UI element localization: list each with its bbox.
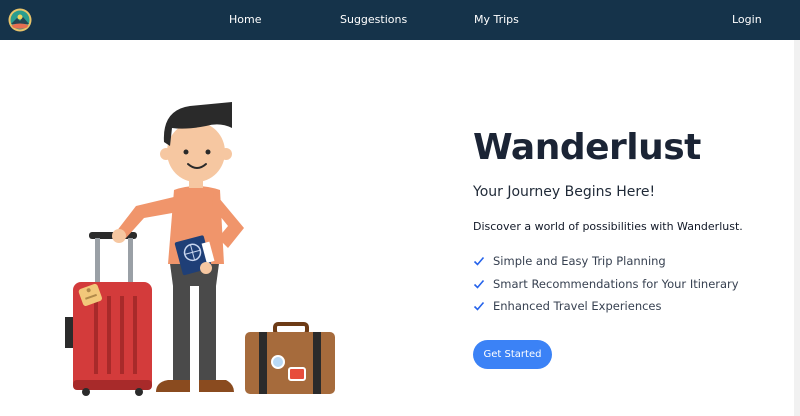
feature-item: Enhanced Travel Experiences bbox=[473, 299, 793, 313]
feature-label: Simple and Easy Trip Planning bbox=[493, 254, 666, 268]
navbar: Home Suggestions My Trips Login bbox=[0, 0, 800, 40]
traveler-illustration bbox=[65, 102, 335, 396]
hero-subtitle: Your Journey Begins Here! bbox=[473, 184, 656, 200]
hero-title: Wanderlust bbox=[473, 127, 701, 168]
feature-list: Simple and Easy Trip Planning Smart Reco… bbox=[473, 254, 793, 313]
check-icon bbox=[473, 301, 485, 311]
hero-content: Wanderlust Your Journey Begins Here! Dis… bbox=[473, 124, 793, 322]
check-icon bbox=[473, 256, 485, 266]
red-suitcase bbox=[65, 232, 152, 396]
login-link[interactable]: Login bbox=[732, 0, 762, 40]
hero-description: Discover a world of possibilities with W… bbox=[473, 220, 743, 233]
feature-label: Enhanced Travel Experiences bbox=[493, 299, 662, 313]
feature-label: Smart Recommendations for Your Itinerary bbox=[493, 276, 739, 291]
get-started-button[interactable]: Get Started bbox=[473, 340, 552, 369]
check-icon bbox=[473, 279, 485, 289]
brown-suitcase bbox=[245, 322, 335, 394]
nav-link-my-trips[interactable]: My Trips bbox=[474, 0, 519, 40]
nav-link-suggestions[interactable]: Suggestions bbox=[340, 0, 407, 40]
nav-link-home[interactable]: Home bbox=[229, 0, 261, 40]
feature-item: Simple and Easy Trip Planning bbox=[473, 254, 793, 268]
logo-icon[interactable] bbox=[8, 8, 32, 32]
scrollbar[interactable] bbox=[794, 40, 800, 416]
feature-item: Smart Recommendations for Your Itinerary bbox=[473, 277, 793, 291]
